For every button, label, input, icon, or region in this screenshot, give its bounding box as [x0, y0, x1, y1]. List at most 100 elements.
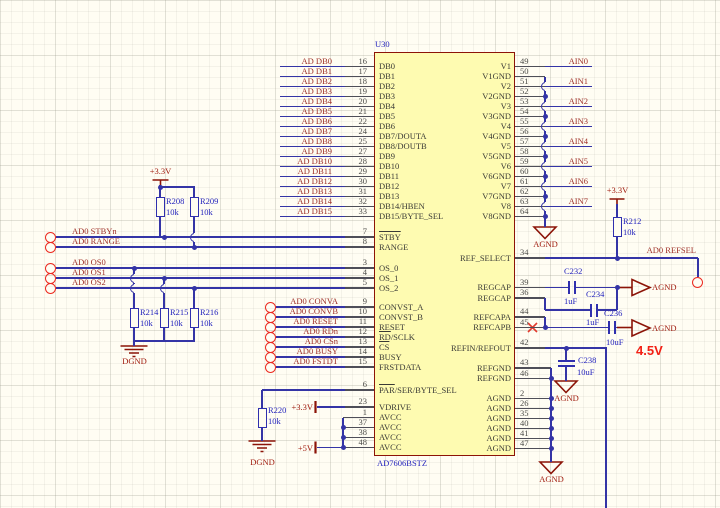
ground-label-agnd[interactable]: AGND — [652, 324, 677, 333]
capacitor-c232[interactable] — [568, 281, 570, 294]
net-label[interactable]: AD DB12 — [242, 177, 332, 186]
wire[interactable] — [133, 293, 135, 309]
power-label-33v[interactable]: +3.3V — [592, 186, 643, 195]
power-label-5v[interactable]: +5V — [263, 444, 313, 453]
net-label[interactable]: AD0 RDn — [248, 327, 338, 336]
wire[interactable] — [545, 66, 592, 68]
net-label[interactable]: AIN2 — [508, 97, 588, 106]
net-label[interactable]: AD DB6 — [242, 117, 332, 126]
wire[interactable] — [545, 309, 590, 311]
wire[interactable] — [545, 146, 592, 148]
resistor-value[interactable]: 10k — [166, 208, 179, 217]
ground-label-agnd[interactable]: AGND — [526, 475, 577, 484]
net-label[interactable]: AD DB1 — [242, 67, 332, 76]
wire[interactable] — [545, 327, 608, 329]
ground-label-dgnd[interactable]: DGND — [109, 357, 160, 366]
wire[interactable] — [193, 328, 195, 341]
net-label[interactable]: AD0 RESET — [248, 317, 338, 326]
capacitor-value[interactable]: 10uF — [577, 368, 594, 377]
net-label[interactable]: AD0 RANGE — [72, 237, 120, 246]
resistor-r214[interactable] — [130, 308, 139, 328]
wire[interactable] — [545, 347, 607, 349]
wire[interactable] — [163, 293, 165, 309]
wire[interactable] — [133, 341, 135, 346]
net-label[interactable]: AD0 FSTDT — [248, 357, 338, 366]
wire[interactable] — [545, 126, 592, 128]
wire[interactable] — [261, 390, 263, 408]
net-port[interactable] — [45, 242, 56, 253]
wire[interactable] — [342, 418, 344, 448]
wire[interactable] — [544, 298, 546, 310]
net-label[interactable]: AD DB11 — [242, 167, 332, 176]
wire[interactable] — [262, 389, 345, 391]
resistor-r209[interactable] — [190, 197, 199, 217]
wire[interactable] — [261, 428, 263, 442]
net-label[interactable]: AD0 BUSY — [248, 347, 338, 356]
wire[interactable] — [616, 204, 618, 217]
net-label-refsel[interactable]: AD0 REFSEL — [616, 246, 696, 255]
capacitor-ref[interactable]: C238 — [578, 356, 596, 365]
capacitor-ref[interactable]: C234 — [586, 290, 604, 299]
wire[interactable] — [545, 166, 592, 168]
agnd-symbol[interactable] — [555, 381, 577, 393]
net-label[interactable]: AD0 CONVA — [248, 297, 338, 306]
ic-part-number[interactable]: AD7606BSTZ — [377, 459, 427, 468]
net-label[interactable]: AD DB5 — [242, 107, 332, 116]
net-label[interactable]: AD0 CSn — [248, 337, 338, 346]
resistor-ref[interactable]: R215 — [170, 308, 188, 317]
wire[interactable] — [545, 287, 568, 289]
resistor-value[interactable]: 10k — [200, 319, 213, 328]
resistor-ref[interactable]: R212 — [623, 217, 641, 226]
net-label[interactable]: AD DB14 — [242, 197, 332, 206]
wire[interactable] — [159, 217, 161, 237]
resistor-r212[interactable] — [613, 217, 622, 237]
net-label[interactable]: AIN7 — [508, 197, 588, 206]
net-label[interactable]: AIN3 — [508, 117, 588, 126]
net-label[interactable]: AD0 CONVB — [248, 307, 338, 316]
net-label[interactable]: AIN1 — [508, 77, 588, 86]
net-port[interactable] — [45, 263, 56, 274]
port-refsel[interactable] — [692, 277, 703, 288]
agnd-symbol[interactable] — [540, 462, 562, 474]
agnd-symbol[interactable] — [632, 280, 650, 296]
capacitor-c236[interactable] — [608, 321, 610, 334]
wire[interactable] — [605, 348, 607, 508]
net-label[interactable]: AD DB3 — [242, 87, 332, 96]
resistor-ref[interactable]: R214 — [140, 308, 158, 317]
wire[interactable] — [276, 366, 346, 368]
agnd-symbol[interactable] — [632, 320, 650, 336]
resistor-r215[interactable] — [160, 308, 169, 328]
net-label[interactable]: AD DB9 — [242, 147, 332, 156]
ic-designator[interactable]: U30 — [375, 40, 390, 49]
net-label[interactable]: AIN5 — [508, 157, 588, 166]
net-label[interactable]: AIN4 — [508, 137, 588, 146]
net-label[interactable]: AIN0 — [508, 57, 588, 66]
net-label[interactable]: AIN6 — [508, 177, 588, 186]
wire[interactable] — [597, 309, 617, 311]
resistor-value[interactable]: 10k — [200, 208, 213, 217]
net-label[interactable]: AD DB8 — [242, 137, 332, 146]
dgnd-symbol[interactable] — [121, 346, 148, 357]
power-label-33v[interactable]: +3.3V — [135, 167, 186, 176]
net-port[interactable] — [45, 232, 56, 243]
resistor-r216[interactable] — [190, 308, 199, 328]
net-label[interactable]: AD0 STBYn — [72, 227, 117, 236]
wire[interactable] — [56, 246, 345, 248]
ground-label-agnd[interactable]: AGND — [652, 283, 677, 292]
capacitor-c234[interactable] — [590, 304, 592, 317]
wire[interactable] — [193, 217, 195, 233]
wire[interactable] — [616, 237, 618, 258]
wire[interactable] — [56, 287, 345, 289]
net-port[interactable] — [265, 362, 276, 373]
wire[interactable] — [317, 447, 343, 449]
capacitor-value[interactable]: 1uF — [586, 318, 599, 327]
wire[interactable] — [616, 288, 618, 311]
resistor-value[interactable]: 10k — [140, 319, 153, 328]
power-label-33v[interactable]: +3.3V — [263, 403, 313, 412]
wire[interactable] — [545, 106, 592, 108]
net-label[interactable]: AD DB4 — [242, 97, 332, 106]
wire[interactable] — [545, 186, 592, 188]
wire[interactable] — [615, 327, 617, 329]
net-label[interactable]: AD0 OS1 — [72, 268, 106, 277]
resistor-ref[interactable]: R208 — [166, 197, 184, 206]
